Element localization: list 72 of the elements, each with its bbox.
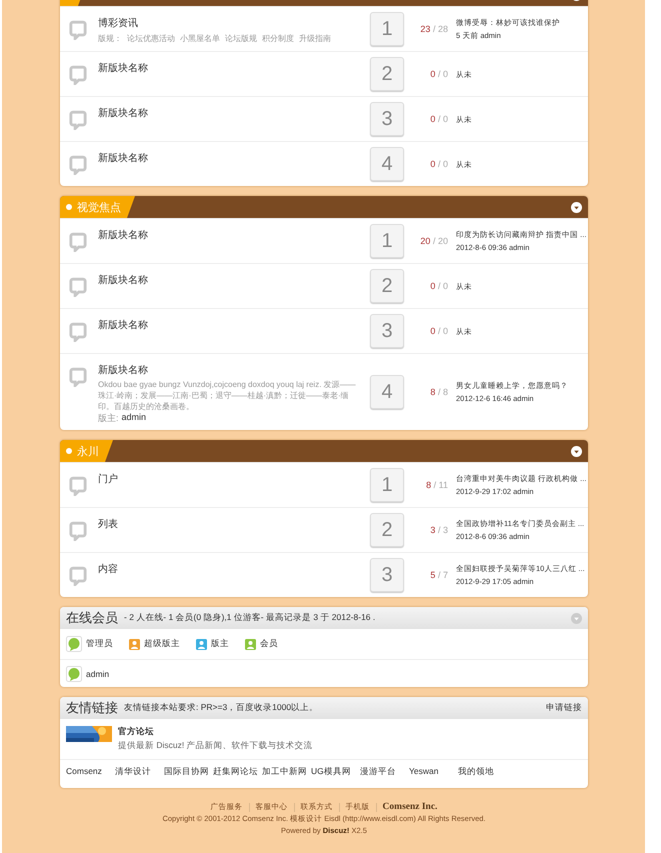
post-count: 23 / 28: [419, 24, 448, 34]
legend-label: 会员: [260, 638, 278, 650]
post-count: 8 / 11: [425, 480, 448, 490]
forum-number: 1: [370, 468, 404, 502]
forum-number: 1: [370, 224, 404, 258]
legend-label: 版主: [211, 638, 229, 650]
friend-link[interactable]: 我的领地: [458, 766, 507, 778]
forum-name[interactable]: 列表: [98, 517, 362, 531]
post-count: 0 / 0: [429, 326, 448, 336]
friend-link[interactable]: 清华设计: [115, 766, 164, 778]
forum-name[interactable]: 新版块名称: [98, 363, 362, 377]
rules-label: 版规：: [98, 33, 122, 44]
forum-icon: [68, 322, 88, 342]
forum-name[interactable]: 新版块名称: [98, 61, 362, 75]
user-name[interactable]: admin: [86, 669, 110, 679]
legend-label: 管理员: [86, 638, 113, 650]
forum-number: 2: [370, 57, 404, 91]
forum-icon: [68, 155, 88, 175]
post-count: 0 / 0: [429, 281, 448, 291]
forum-name[interactable]: 新版块名称: [98, 273, 362, 287]
moderator-link[interactable]: admin: [122, 412, 146, 425]
forum-name[interactable]: 新版块名称: [98, 318, 362, 332]
legend-label: 超级版主: [144, 638, 180, 650]
online-summary: - 2 人在线- 1 会员(0 隐身),1 位游客- 最高记录是 3 于 2012-8-16 .: [124, 612, 376, 624]
forum-number: 3: [370, 314, 404, 348]
friend-link[interactable]: Comsenz: [66, 766, 115, 778]
moderator-label: 版主:: [98, 412, 119, 425]
friend-link[interactable]: Yeswan: [409, 766, 458, 778]
post-count: 20 / 20: [419, 236, 448, 246]
apply-link[interactable]: 申请链接: [546, 702, 582, 714]
forum-number: 4: [370, 147, 404, 181]
forum-name[interactable]: 新版块名称: [98, 106, 362, 120]
forum-icon: [68, 277, 88, 297]
forum-number: 1: [370, 12, 404, 46]
forum-number: 3: [370, 102, 404, 136]
post-count: 0 / 0: [429, 114, 448, 124]
forum-icon: [68, 65, 88, 85]
friend-link[interactable]: 赶集网论坛: [213, 766, 262, 778]
post-count: 0 / 0: [429, 159, 448, 169]
forum-number: 3: [370, 558, 404, 592]
forum-description: Okdou bae gyae bungz Vunzdoj,cojcoeng doxdoq youq laj reiz. 发源——珠江·岭南；发展——江南·巴蜀；退守——桂越·滇黔；迁徙——泰老·缅印。百越历史的沧桑画卷。: [98, 379, 357, 412]
forum-name[interactable]: 博彩资讯: [98, 16, 362, 30]
collapse-icon[interactable]: [571, 446, 582, 456]
company-link[interactable]: Comsenz Inc.: [382, 802, 438, 812]
post-count: 5 / 7: [429, 570, 448, 580]
friend-link[interactable]: UG模具网: [311, 766, 360, 778]
forum-icon: [68, 521, 88, 541]
forum-number: 4: [370, 375, 404, 409]
forum-number: 2: [370, 513, 404, 547]
forum-icon: [68, 232, 88, 252]
forum-icon: [68, 476, 88, 496]
friend-link[interactable]: 漫游平台: [360, 766, 409, 778]
forum-name[interactable]: 内容: [98, 562, 362, 576]
forum-name[interactable]: 新版块名称: [98, 228, 362, 242]
section-title: 友情链接: [66, 699, 118, 717]
post-count: 8 / 8: [429, 387, 448, 397]
forum-name[interactable]: 门户: [98, 472, 362, 486]
forum-icon: [68, 20, 88, 40]
section-title: 在线会员: [66, 609, 118, 627]
post-count: 3 / 3: [429, 525, 448, 535]
forum-icon: [68, 110, 88, 130]
forum-icon: [68, 566, 88, 586]
links-note: 友情链接本站要求: PR>=3，百度收录1000以上。: [124, 702, 320, 714]
forum-icon: [68, 367, 88, 387]
collapse-icon[interactable]: [571, 202, 582, 212]
friend-link[interactable]: 国际目协网: [164, 766, 213, 778]
forum-name[interactable]: 新版块名称: [98, 151, 362, 165]
featured-link[interactable]: 官方论坛: [118, 726, 313, 738]
featured-description: 提供最新 Discuz! 产品新闻、软件下载与技术交流: [118, 740, 313, 752]
friend-link[interactable]: 加工中新网: [262, 766, 311, 778]
forum-number: 2: [370, 269, 404, 303]
post-count: 0 / 0: [429, 69, 448, 79]
